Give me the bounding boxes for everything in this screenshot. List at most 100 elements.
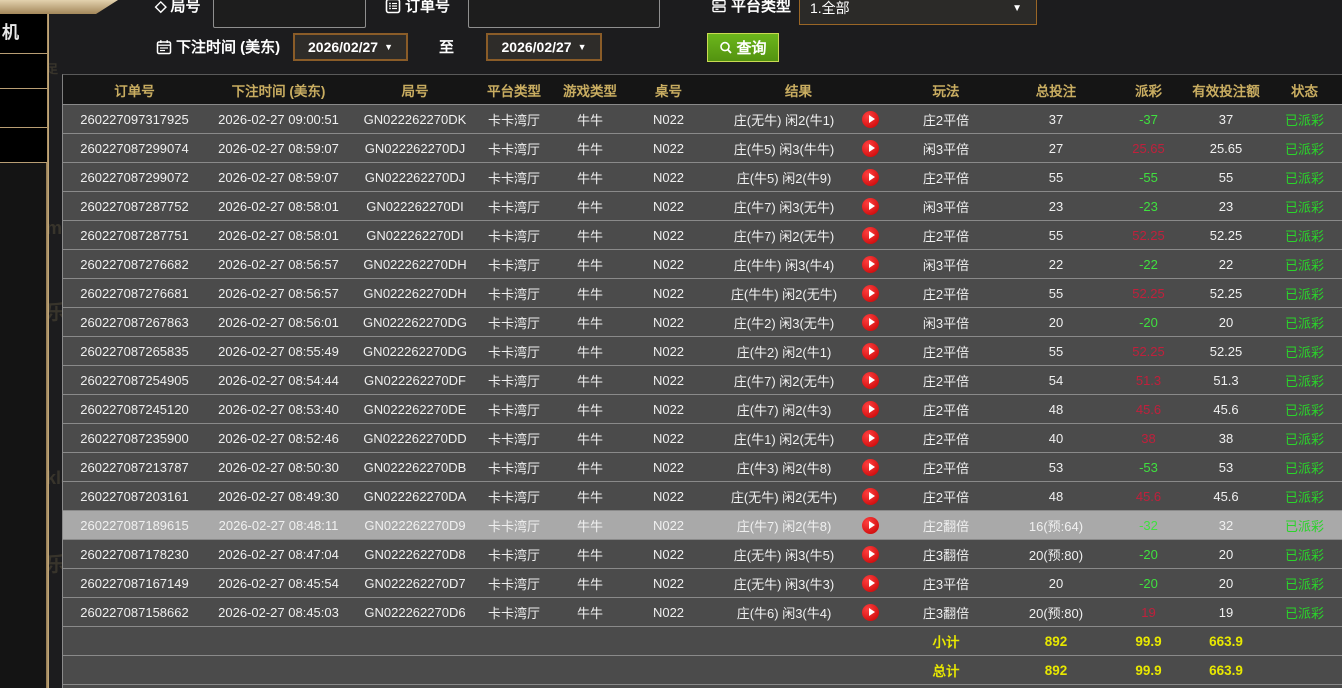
round-number-input[interactable]	[213, 0, 366, 28]
cell-status: 已派彩	[1266, 453, 1342, 481]
cell-bet-time: 2026-02-27 08:48:11	[206, 511, 351, 539]
cell-payout: -20	[1111, 540, 1186, 568]
subtotal-status-spacer	[1266, 627, 1342, 655]
cell-table-no: N022	[631, 221, 706, 249]
date-to-select[interactable]: 2026/02/27 ▼	[486, 33, 602, 61]
cell-status: 已派彩	[1266, 221, 1342, 249]
order-number-input[interactable]	[468, 0, 660, 28]
cell-total-bet: 20(预:80)	[1001, 598, 1111, 626]
cell-play-type: 庄2平倍	[891, 163, 1001, 191]
table-row[interactable]: 2602270872137872026-02-27 08:50:30GN0222…	[62, 452, 1342, 481]
cell-platform: 卡卡湾厅	[479, 598, 549, 626]
play-video-icon[interactable]	[862, 343, 879, 360]
table-header: 订单号下注时间 (美东)局号平台类型游戏类型桌号结果玩法总投注派彩有效投注额状态	[62, 74, 1342, 104]
cell-payout: -53	[1111, 453, 1186, 481]
grand-total-label: 总计	[891, 656, 1001, 684]
table-row[interactable]: 2602270871896152026-02-27 08:48:11GN0222…	[62, 510, 1342, 539]
cell-payout: 45.6	[1111, 482, 1186, 510]
cell-round-no: GN022262270DG	[351, 308, 479, 336]
cell-order-no: 260227087276681	[63, 279, 206, 307]
cell-game-type: 牛牛	[549, 598, 631, 626]
grand-total-payout: 99.9	[1111, 656, 1186, 684]
result-text: 庄(牛牛) 闲3(牛4)	[706, 255, 862, 274]
chevron-down-icon: ▼	[1012, 3, 1036, 14]
cell-round-no: GN022262270DA	[351, 482, 479, 510]
cell-valid-bet: 19	[1186, 598, 1266, 626]
table-row[interactable]: 2602270872031612026-02-27 08:49:30GN0222…	[62, 481, 1342, 510]
cell-bet-time: 2026-02-27 08:53:40	[206, 395, 351, 423]
sidebar-item[interactable]	[0, 128, 47, 163]
play-video-icon[interactable]	[862, 401, 879, 418]
play-video-icon[interactable]	[862, 285, 879, 302]
cell-total-bet: 27	[1001, 134, 1111, 162]
play-video-icon[interactable]	[862, 546, 879, 563]
column-header: 总投注	[1001, 75, 1111, 104]
play-video-icon[interactable]	[862, 198, 879, 215]
play-video-icon[interactable]	[862, 227, 879, 244]
date-from-select[interactable]: 2026/02/27 ▼	[293, 33, 408, 61]
result-text: 庄(无牛) 闲3(牛3)	[706, 574, 862, 593]
cell-platform: 卡卡湾厅	[479, 453, 549, 481]
play-video-icon[interactable]	[862, 169, 879, 186]
cell-valid-bet: 32	[1186, 511, 1266, 539]
table-row[interactable]: 2602270872877512026-02-27 08:58:01GN0222…	[62, 220, 1342, 249]
cell-total-bet: 20(预:80)	[1001, 540, 1111, 568]
cell-total-bet: 16(预:64)	[1001, 511, 1111, 539]
table-row[interactable]: 2602270973179252026-02-27 09:00:51GN0222…	[62, 104, 1342, 133]
play-video-icon[interactable]	[862, 430, 879, 447]
table-row[interactable]: 2602270871671492026-02-27 08:45:54GN0222…	[62, 568, 1342, 597]
column-header: 平台类型	[479, 75, 549, 104]
cell-result: 庄(无牛) 闲2(牛1)	[706, 105, 891, 133]
date-to-value: 2026/02/27	[502, 39, 572, 55]
table-row[interactable]: 2602270871586622026-02-27 08:45:03GN0222…	[62, 597, 1342, 626]
platform-server-icon	[711, 0, 727, 14]
cell-table-no: N022	[631, 569, 706, 597]
play-video-icon[interactable]	[862, 372, 879, 389]
table-row[interactable]: 2602270872549052026-02-27 08:54:44GN0222…	[62, 365, 1342, 394]
play-video-icon[interactable]	[862, 604, 879, 621]
play-video-icon[interactable]	[862, 256, 879, 273]
cell-platform: 卡卡湾厅	[479, 424, 549, 452]
platform-type-select[interactable]: 1.全部 ▼	[799, 0, 1037, 25]
column-header: 下注时间 (美东)	[206, 75, 351, 104]
cell-bet-time: 2026-02-27 08:59:07	[206, 134, 351, 162]
cell-payout: -32	[1111, 511, 1186, 539]
table-row[interactable]: 2602270872451202026-02-27 08:53:40GN0222…	[62, 394, 1342, 423]
result-text: 庄(牛2) 闲3(无牛)	[706, 313, 862, 332]
cell-play-type: 闲3平倍	[891, 192, 1001, 220]
cell-valid-bet: 52.25	[1186, 337, 1266, 365]
cell-play-type: 闲3平倍	[891, 134, 1001, 162]
result-text: 庄(牛2) 闲2(牛1)	[706, 342, 862, 361]
cell-order-no: 260227097317925	[63, 105, 206, 133]
cell-valid-bet: 52.25	[1186, 221, 1266, 249]
cell-result: 庄(牛6) 闲3(牛4)	[706, 598, 891, 626]
play-video-icon[interactable]	[862, 517, 879, 534]
table-row[interactable]: 2602270872990742026-02-27 08:59:07GN0222…	[62, 133, 1342, 162]
play-video-icon[interactable]	[862, 488, 879, 505]
play-video-icon[interactable]	[862, 575, 879, 592]
table-row[interactable]: 2602270872877522026-02-27 08:58:01GN0222…	[62, 191, 1342, 220]
play-video-icon[interactable]	[862, 140, 879, 157]
clipped-next-row	[62, 684, 1342, 688]
table-row[interactable]: 2602270872766812026-02-27 08:56:57GN0222…	[62, 278, 1342, 307]
play-video-icon[interactable]	[862, 459, 879, 476]
sidebar-item[interactable]	[0, 89, 47, 128]
cell-bet-time: 2026-02-27 08:58:01	[206, 192, 351, 220]
cell-result: 庄(牛7) 闲3(无牛)	[706, 192, 891, 220]
cell-table-no: N022	[631, 598, 706, 626]
table-row[interactable]: 2602270872766822026-02-27 08:56:57GN0222…	[62, 249, 1342, 278]
play-video-icon[interactable]	[862, 111, 879, 128]
cell-game-type: 牛牛	[549, 337, 631, 365]
cell-game-type: 牛牛	[549, 453, 631, 481]
table-row[interactable]: 2602270872990722026-02-27 08:59:07GN0222…	[62, 162, 1342, 191]
cell-play-type: 庄2平倍	[891, 424, 1001, 452]
query-button[interactable]: 查询	[707, 33, 779, 62]
cell-play-type: 庄3翻倍	[891, 598, 1001, 626]
cell-valid-bet: 25.65	[1186, 134, 1266, 162]
table-row[interactable]: 2602270872678632026-02-27 08:56:01GN0222…	[62, 307, 1342, 336]
play-video-icon[interactable]	[862, 314, 879, 331]
table-row[interactable]: 2602270872658352026-02-27 08:55:49GN0222…	[62, 336, 1342, 365]
table-row[interactable]: 2602270871782302026-02-27 08:47:04GN0222…	[62, 539, 1342, 568]
grand-total-status-spacer	[1266, 656, 1342, 684]
table-row[interactable]: 2602270872359002026-02-27 08:52:46GN0222…	[62, 423, 1342, 452]
